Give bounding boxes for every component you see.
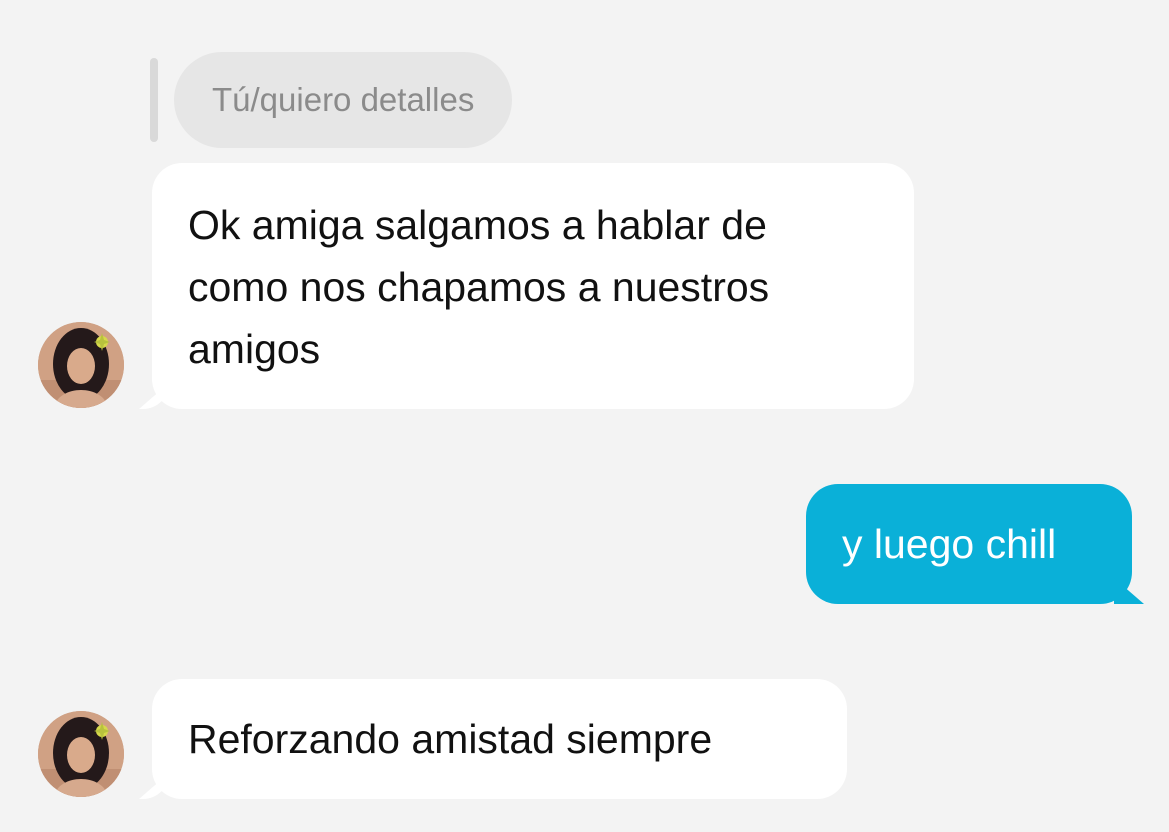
avatar-photo-icon [38,711,124,797]
message-text: y luego chill [842,521,1057,567]
outgoing-message-bubble[interactable]: y luego chill [806,484,1132,604]
message-text: Ok amiga salgamos a hablar de como nos c… [188,202,770,372]
reply-quote-bar [150,58,158,142]
avatar-photo-icon [38,322,124,408]
message-text: Reforzando amistad siempre [188,716,713,762]
contact-avatar[interactable] [38,711,124,797]
reply-preview-bubble[interactable]: Tú/quiero detalles [174,52,513,148]
reply-preview-text: Tú/quiero detalles [212,81,475,118]
incoming-message-bubble[interactable]: Ok amiga salgamos a hablar de como nos c… [152,163,914,409]
contact-avatar[interactable] [38,322,124,408]
incoming-message-bubble[interactable]: Reforzando amistad siempre [152,679,847,799]
